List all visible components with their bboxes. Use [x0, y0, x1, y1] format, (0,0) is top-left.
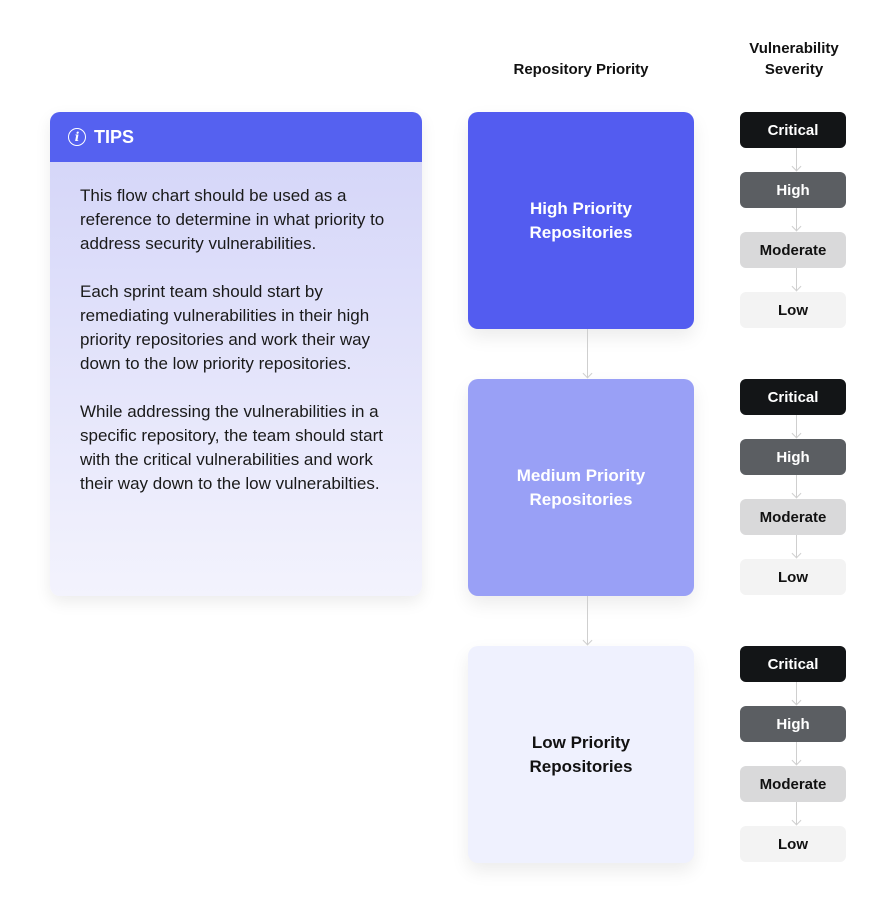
- vulnerability-severity-header: Vulnerability Severity: [749, 40, 839, 78]
- tips-panel: i TIPS This flow chart should be used as…: [50, 112, 422, 596]
- arrow-down-icon: [791, 488, 802, 499]
- arrow-down-icon: [791, 428, 802, 439]
- arrow-down-icon: [791, 695, 802, 706]
- tips-paragraph: Each sprint team should start by remedia…: [80, 282, 371, 373]
- severity-critical: Critical: [740, 379, 846, 415]
- severity-low: Low: [740, 292, 846, 328]
- severity-critical: Critical: [740, 646, 846, 682]
- arrow-down-icon: [791, 755, 802, 766]
- arrow-down-icon: [791, 548, 802, 559]
- arrow-down-icon: [582, 368, 593, 379]
- priority-label: Low Priority Repositories: [529, 732, 633, 776]
- info-icon: i: [68, 128, 86, 146]
- arrow-down-icon: [791, 815, 802, 826]
- severity-critical: Critical: [740, 112, 846, 148]
- severity-low: Low: [740, 559, 846, 595]
- tips-body: This flow chart should be used as a refe…: [50, 162, 422, 496]
- tips-title: TIPS: [94, 126, 135, 147]
- severity-moderate: Moderate: [740, 232, 846, 268]
- arrow-down-icon: [791, 221, 802, 232]
- low-priority-box: Low Priority Repositories: [468, 646, 694, 863]
- repository-priority-header: Repository Priority: [513, 61, 649, 78]
- severity-moderate: Moderate: [740, 499, 846, 535]
- arrow-down-icon: [791, 161, 802, 172]
- medium-priority-box: Medium Priority Repositories: [468, 379, 694, 596]
- priority-label: High Priority Repositories: [529, 198, 633, 242]
- severity-low: Low: [740, 826, 846, 862]
- severity-moderate: Moderate: [740, 766, 846, 802]
- severity-high: High: [740, 706, 846, 742]
- arrow-down-icon: [582, 635, 593, 646]
- tips-paragraph: This flow chart should be used as a refe…: [80, 186, 385, 253]
- arrow-down-icon: [791, 281, 802, 292]
- tips-header: i TIPS: [50, 112, 422, 162]
- severity-high: High: [740, 172, 846, 208]
- high-priority-box: High Priority Repositories: [468, 112, 694, 329]
- tips-paragraph: While addressing the vulnerabilities in …: [80, 402, 383, 493]
- severity-high: High: [740, 439, 846, 475]
- priority-label: Medium Priority Repositories: [516, 465, 646, 509]
